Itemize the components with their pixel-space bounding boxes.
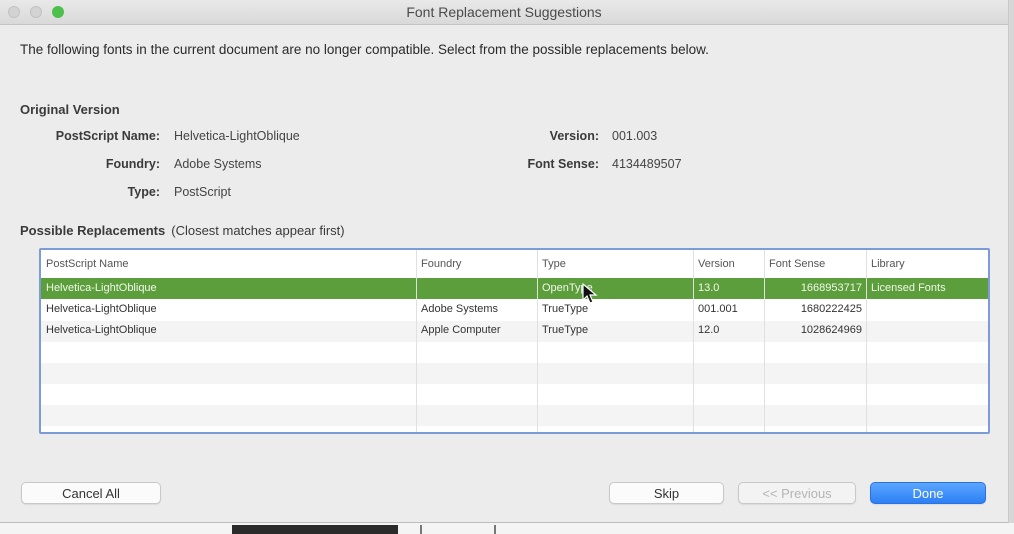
background-divider (420, 525, 422, 534)
foundry-label: Foundry: (105, 157, 160, 171)
empty-row (41, 363, 988, 384)
cell-foundry (416, 278, 537, 299)
postscript-name-value: Helvetica-LightOblique (174, 129, 300, 143)
possible-replacements-note: (Closest matches appear first) (171, 223, 345, 238)
column-header-library[interactable]: Library (866, 250, 988, 278)
column-header-foundry[interactable]: Foundry (416, 250, 537, 278)
replacements-table[interactable]: PostScript Name Foundry Type Version Fon… (39, 248, 990, 434)
table-row-selected[interactable]: Helvetica-LightOblique OpenType 13.0 166… (41, 278, 988, 299)
font-replacement-dialog: Font Replacement Suggestions The followi… (0, 0, 1009, 523)
version-value: 001.003 (612, 129, 658, 143)
column-divider (693, 250, 694, 432)
cell-version: 12.0 (698, 324, 720, 336)
cell-postscript-name: Helvetica-LightOblique (46, 303, 157, 315)
intro-text: The following fonts in the current docum… (20, 42, 709, 57)
title-bar: Font Replacement Suggestions (0, 0, 1008, 25)
original-version-heading: Original Version (20, 102, 120, 117)
font-sense-value: 4134489507 (612, 157, 682, 171)
table-header: PostScript Name Foundry Type Version Fon… (41, 250, 988, 279)
cell-postscript-name: Helvetica-LightOblique (46, 324, 157, 336)
column-header-font-sense[interactable]: Font Sense (764, 250, 866, 278)
table-row[interactable]: Helvetica-LightOblique Adobe Systems Tru… (41, 299, 988, 320)
type-label: Type: (127, 185, 160, 199)
cell-library (866, 299, 988, 320)
column-divider (537, 250, 538, 432)
table-row[interactable]: Helvetica-LightOblique Apple Computer Tr… (41, 320, 988, 341)
done-button[interactable]: Done (870, 482, 986, 504)
skip-button[interactable]: Skip (609, 482, 724, 504)
cell-library (866, 320, 988, 341)
foundry-value: Adobe Systems (174, 157, 262, 171)
possible-replacements-heading: Possible Replacements (Closest matches ap… (20, 223, 345, 238)
cell-font-sense: 1028624969 (800, 324, 862, 336)
previous-button[interactable]: << Previous (738, 482, 856, 504)
possible-replacements-title: Possible Replacements (20, 223, 166, 238)
cell-foundry: Adobe Systems (421, 303, 499, 315)
cell-font-sense: 1668953717 (800, 282, 862, 294)
cell-type: TrueType (542, 303, 589, 315)
cell-type: TrueType (542, 324, 589, 336)
column-divider (416, 250, 417, 432)
background-divider (494, 525, 496, 534)
column-header-version[interactable]: Version (693, 250, 764, 278)
cancel-all-button[interactable]: Cancel All (21, 482, 161, 504)
cell-foundry: Apple Computer (421, 324, 501, 336)
column-header-postscript-name[interactable]: PostScript Name (41, 250, 416, 278)
version-label: Version: (549, 129, 599, 143)
empty-row (41, 405, 988, 426)
cell-library: Licensed Fonts (871, 282, 946, 294)
background-image-fragment (232, 525, 398, 534)
cell-version: 13.0 (698, 282, 720, 294)
postscript-name-label: PostScript Name: (55, 129, 160, 143)
column-divider (764, 250, 765, 432)
cell-type: OpenType (542, 282, 593, 294)
cell-font-sense: 1680222425 (800, 303, 862, 315)
column-divider (866, 250, 867, 432)
font-sense-label: Font Sense: (527, 157, 599, 171)
background-strip (0, 523, 1014, 534)
cell-postscript-name: Helvetica-LightOblique (46, 282, 157, 294)
cell-version: 001.001 (698, 303, 738, 315)
type-value: PostScript (174, 185, 231, 199)
column-header-type[interactable]: Type (537, 250, 693, 278)
window-title: Font Replacement Suggestions (406, 4, 602, 20)
